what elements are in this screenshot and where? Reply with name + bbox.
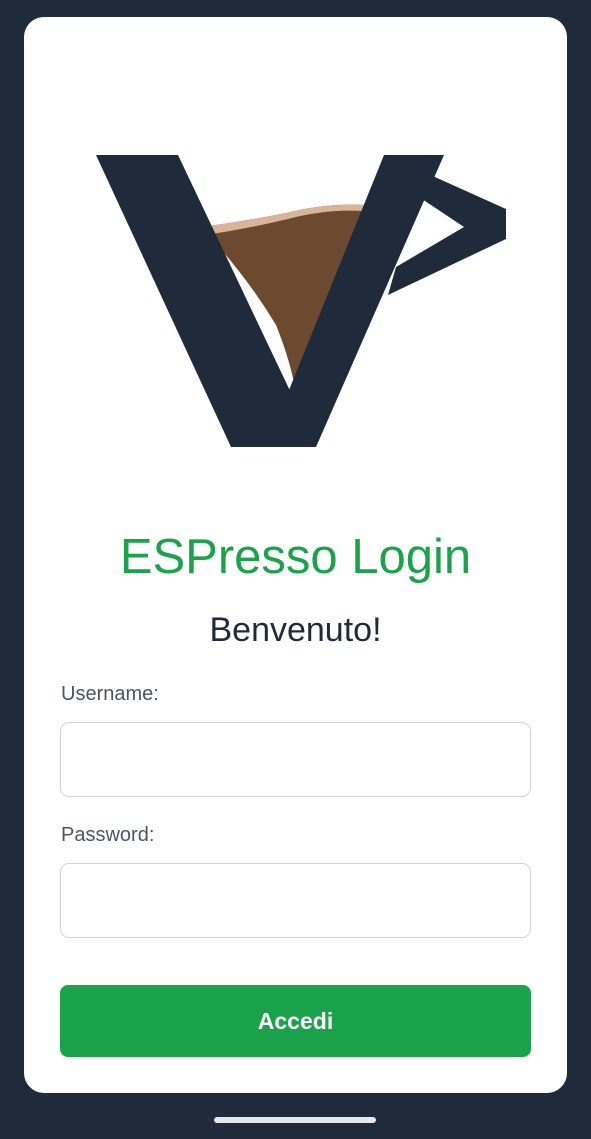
- login-card: ESPresso Login Benvenuto! Username: Pass…: [24, 17, 567, 1093]
- password-input[interactable]: [60, 863, 531, 938]
- username-label: Username:: [61, 683, 159, 705]
- username-input[interactable]: [60, 722, 531, 797]
- espresso-logo-icon: [96, 155, 510, 451]
- password-label: Password:: [61, 824, 155, 846]
- home-indicator[interactable]: [214, 1117, 376, 1123]
- welcome-message: Benvenuto!: [209, 611, 382, 649]
- login-button[interactable]: Accedi: [60, 985, 531, 1057]
- page-title: ESPresso Login: [119, 530, 472, 584]
- login-screen: ESPresso Login Benvenuto! Username: Pass…: [0, 0, 591, 1139]
